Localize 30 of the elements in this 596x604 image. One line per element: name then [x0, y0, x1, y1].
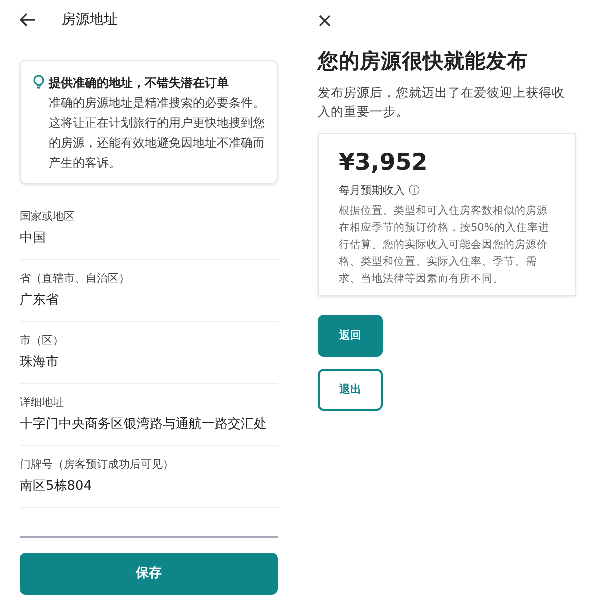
- form-field[interactable]: 门牌号（房客预订成功后可见） 南区5栋804: [20, 446, 278, 508]
- exit-button[interactable]: 退出: [318, 368, 383, 411]
- save-button[interactable]: 保存: [20, 553, 278, 595]
- income-amount: ¥3,952: [339, 148, 429, 178]
- subtitle-text: 发布房源后，您就迈出了在爱彼迎上获得收入的重要一步。: [318, 84, 566, 121]
- field-label: 省（直辖市、自治区）: [20, 271, 131, 287]
- tip-text: 准确的房源地址是精准搜索的必要条件。这将让正在计划旅行的用户更快地搜到您的房源，还能有效地避免因地址不准确而产生的客诉。: [49, 95, 265, 172]
- page-title: 房源地址: [62, 10, 118, 30]
- form-field[interactable]: 省（直辖市、自治区） 广东省: [20, 260, 278, 322]
- field-value: 十字门中央商务区银湾路与通航一路交汇处: [20, 416, 268, 434]
- page-heading: 您的房源很快就能发布: [318, 48, 529, 75]
- form-field[interactable]: 国家或地区 中国: [20, 198, 278, 260]
- form-field[interactable]: 详细地址 十字门中央商务区银湾路与通航一路交汇处: [20, 384, 278, 446]
- field-label: 详细地址: [20, 395, 65, 411]
- info-icon[interactable]: ⓘ: [409, 183, 420, 200]
- lightbulb-icon: [33, 75, 45, 89]
- income-label: 每月预期收入: [339, 183, 405, 200]
- field-value: 中国: [20, 230, 47, 248]
- tip-heading: 提供准确的地址，不错失潜在订单: [49, 75, 230, 92]
- field-value: 珠海市: [20, 354, 60, 372]
- field-label: 国家或地区: [20, 209, 76, 225]
- estimate-note: 根据位置、类型和可入住房客数相似的房源在相应季节的预订价格，按50%的入住率进行估算。您的实际收入可能会因您的房源价格、类型和位置、实际入住率、季节、需求、当地法律等因素而有所不同。: [339, 204, 550, 287]
- field-value: 广东省: [20, 292, 60, 310]
- field-label: 市（区）: [20, 333, 65, 349]
- back-button[interactable]: 返回: [318, 314, 383, 357]
- field-value: 南区5栋804: [20, 478, 94, 496]
- field-label: 门牌号（房客预订成功后可见）: [20, 457, 175, 473]
- close-icon[interactable]: [318, 14, 332, 28]
- form-field[interactable]: 市（区） 珠海市: [20, 322, 278, 384]
- back-icon[interactable]: [20, 11, 38, 29]
